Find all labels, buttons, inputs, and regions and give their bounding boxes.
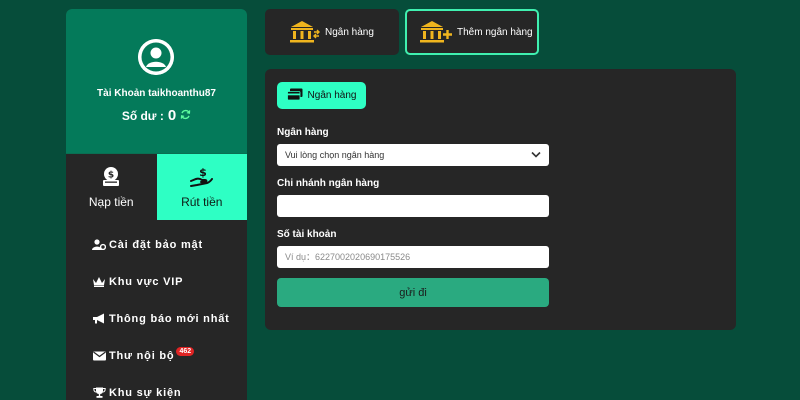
bank-exchange-icon	[290, 20, 320, 44]
submit-button[interactable]: gửi đi	[277, 278, 549, 307]
add-bank-button-label: Thêm ngân hàng	[457, 26, 533, 38]
money-bag-icon: $	[101, 165, 121, 189]
tab-withdraw[interactable]: $ Rút tiền	[156, 154, 247, 220]
refresh-icon[interactable]	[180, 109, 191, 123]
envelope-icon	[91, 351, 107, 361]
account-number-input[interactable]	[277, 246, 549, 268]
crown-icon	[91, 276, 107, 287]
tab-deposit-label: Nạp tiền	[88, 195, 134, 209]
profile-card: Tài Khoản taikhoanthu87 Số dư : 0	[66, 9, 247, 153]
sidebar: Tài Khoản taikhoanthu87 Số dư : 0 $ Nạp …	[66, 9, 247, 400]
avatar-icon	[138, 39, 174, 75]
bank-select[interactable]: Vui lòng chọn ngân hàng	[277, 144, 549, 166]
bank-label: Ngân hàng	[277, 127, 329, 138]
add-bank-button[interactable]: Thêm ngân hàng	[405, 9, 539, 55]
bank-add-icon	[420, 20, 452, 44]
balance-label: Số dư :	[121, 108, 164, 123]
wallet-tabs: $ Nạp tiền $ Rút tiền	[66, 154, 247, 220]
sidebar-menu: Cài đặt bảo mật Khu vực VIP Thông báo mớ…	[66, 220, 247, 400]
hand-dollar-icon: $	[189, 165, 214, 189]
balance: Số dư : 0	[66, 107, 247, 124]
menu-item-vip[interactable]: Khu vực VIP	[66, 263, 247, 300]
bank-form-panel: Ngân hàng Ngân hàng Vui lòng chọn ngân h…	[265, 69, 736, 330]
chevron-down-icon	[531, 150, 541, 160]
tab-withdraw-label: Rút tiền	[181, 195, 223, 209]
bank-chip-label: Ngân hàng	[307, 90, 357, 101]
account-number-label: Số tài khoản	[277, 229, 337, 240]
menu-item-label: Khu vực VIP	[109, 275, 184, 288]
megaphone-icon	[91, 313, 107, 324]
bank-button[interactable]: Ngân hàng	[265, 9, 399, 55]
menu-item-label: Thông báo mới nhất	[109, 312, 230, 325]
menu-item-events[interactable]: Khu sự kiện	[66, 374, 247, 400]
unread-badge: 462	[176, 347, 195, 356]
svg-text:$: $	[108, 171, 114, 181]
menu-item-news[interactable]: Thông báo mới nhất	[66, 300, 247, 337]
bank-select-value: Vui lòng chọn ngân hàng	[285, 150, 385, 160]
menu-item-security[interactable]: Cài đặt bảo mật	[66, 226, 247, 263]
user-gear-icon	[91, 239, 107, 250]
account-name: Tài Khoản taikhoanthu87	[97, 88, 216, 99]
balance-value: 0	[167, 107, 177, 124]
menu-item-label: Cài đặt bảo mật	[109, 238, 203, 251]
svg-text:$: $	[199, 166, 207, 179]
credit-card-icon	[286, 88, 303, 104]
branch-input[interactable]	[277, 195, 549, 217]
bank-chip[interactable]: Ngân hàng	[277, 82, 366, 109]
bank-button-label: Ngân hàng	[325, 26, 374, 38]
menu-item-label: Khu sự kiện	[109, 386, 182, 399]
menu-item-inbox[interactable]: Thư nội bộ 462	[66, 337, 247, 374]
tab-deposit[interactable]: $ Nạp tiền	[66, 154, 157, 220]
branch-label: Chi nhánh ngân hàng	[277, 178, 380, 189]
menu-item-label: Thư nội bộ	[109, 349, 175, 362]
trophy-icon	[91, 387, 107, 398]
